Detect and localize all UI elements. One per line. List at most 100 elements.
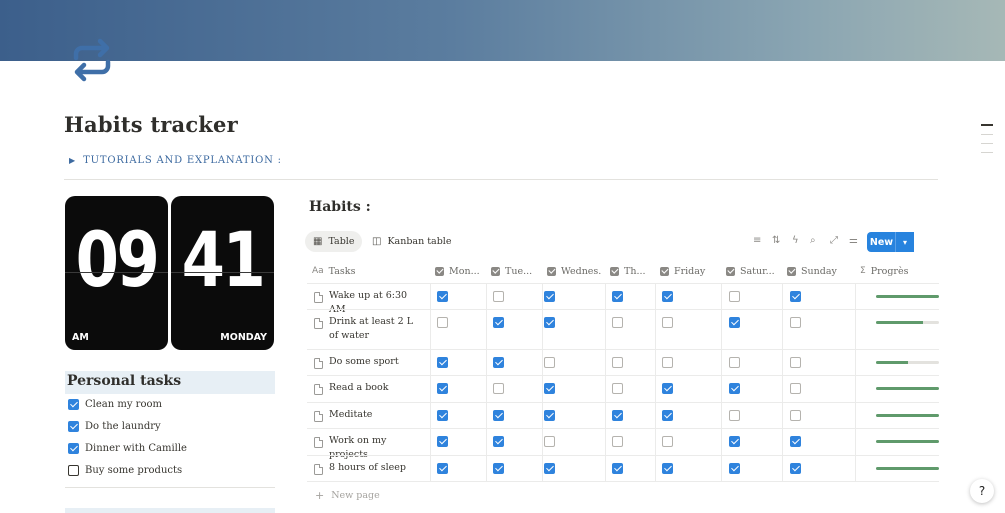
column-header[interactable]: Aa Tasks [312, 259, 427, 283]
unchecked-checkbox[interactable] [612, 357, 623, 368]
unchecked-checkbox[interactable] [662, 357, 673, 368]
checked-checkbox[interactable] [493, 357, 504, 368]
unchecked-checkbox[interactable] [612, 436, 623, 447]
checked-checkbox[interactable] [68, 443, 79, 454]
unchecked-checkbox[interactable] [790, 383, 801, 394]
table-row[interactable]: Read a book [307, 375, 939, 402]
tab-kanban[interactable]: ◫ Kanban table [364, 231, 459, 252]
toc-item[interactable] [981, 124, 993, 126]
checked-checkbox[interactable] [68, 421, 79, 432]
sort-icon[interactable]: ⇅ [772, 235, 780, 246]
checked-checkbox[interactable] [437, 436, 448, 447]
new-page-button[interactable]: + New page [315, 489, 380, 502]
checked-checkbox[interactable] [437, 463, 448, 474]
checked-checkbox[interactable] [437, 410, 448, 421]
checked-checkbox[interactable] [662, 291, 673, 302]
unchecked-checkbox[interactable] [662, 436, 673, 447]
checked-checkbox[interactable] [493, 436, 504, 447]
unchecked-checkbox[interactable] [662, 317, 673, 328]
unchecked-checkbox[interactable] [544, 436, 555, 447]
tab-label: Table [328, 236, 355, 247]
unchecked-checkbox[interactable] [437, 317, 448, 328]
checked-checkbox[interactable] [790, 436, 801, 447]
help-button[interactable]: ? [970, 479, 994, 503]
task-name[interactable]: Drink at least 2 L of water [329, 315, 425, 343]
column-header[interactable]: Sunday [787, 259, 852, 283]
toc-item[interactable] [981, 152, 993, 153]
repeat-arrows-icon[interactable] [68, 36, 116, 84]
table-row[interactable]: Wake up at 6:30 AM [307, 283, 939, 315]
checked-checkbox[interactable] [729, 317, 740, 328]
board-icon: ◫ [372, 236, 382, 247]
checked-checkbox[interactable] [612, 291, 623, 302]
checked-checkbox[interactable] [790, 463, 801, 474]
checked-checkbox[interactable] [544, 410, 555, 421]
flip-clock: 09 AM 41 MONDAY [65, 196, 274, 350]
toc-item[interactable] [981, 134, 993, 135]
column-header[interactable]: Mon... [435, 259, 483, 283]
checked-checkbox[interactable] [790, 291, 801, 302]
checked-checkbox[interactable] [612, 463, 623, 474]
toc-item[interactable] [981, 143, 993, 144]
checked-checkbox[interactable] [493, 317, 504, 328]
unchecked-checkbox[interactable] [790, 317, 801, 328]
checked-checkbox[interactable] [437, 291, 448, 302]
unchecked-checkbox[interactable] [729, 357, 740, 368]
filter-icon[interactable]: ≡ [753, 235, 761, 246]
personal-task-item[interactable]: Do the laundry [68, 421, 161, 432]
checked-checkbox[interactable] [662, 383, 673, 394]
unchecked-checkbox[interactable] [729, 410, 740, 421]
unchecked-checkbox[interactable] [493, 291, 504, 302]
table-row[interactable]: Do some sport [307, 349, 939, 375]
checked-checkbox[interactable] [544, 291, 555, 302]
column-header[interactable]: Tue... [491, 259, 539, 283]
checked-checkbox[interactable] [493, 410, 504, 421]
unchecked-checkbox[interactable] [612, 317, 623, 328]
column-header[interactable]: Th... [610, 259, 652, 283]
expand-icon[interactable]: ⤢ [830, 235, 838, 246]
unchecked-checkbox[interactable] [493, 383, 504, 394]
personal-task-item[interactable]: Clean my room [68, 399, 162, 410]
table-of-contents[interactable] [981, 124, 993, 161]
tab-table[interactable]: ▦ Table [305, 231, 363, 252]
lightning-icon[interactable]: ϟ [792, 235, 799, 246]
column-header[interactable]: Satur... [726, 259, 779, 283]
checked-checkbox[interactable] [729, 463, 740, 474]
checked-checkbox[interactable] [544, 463, 555, 474]
page-icon [314, 318, 323, 329]
unchecked-checkbox[interactable] [729, 291, 740, 302]
unchecked-checkbox[interactable] [544, 357, 555, 368]
personal-task-item[interactable]: Dinner with Camille [68, 443, 187, 454]
task-name[interactable]: 8 hours of sleep [329, 461, 425, 475]
task-name[interactable]: Meditate [329, 408, 425, 422]
checked-checkbox[interactable] [662, 410, 673, 421]
table-row[interactable]: 8 hours of sleep [307, 455, 939, 481]
task-name[interactable]: Do some sport [329, 355, 425, 369]
checked-checkbox[interactable] [662, 463, 673, 474]
table-row[interactable]: Work on my projects [307, 428, 939, 460]
checked-checkbox[interactable] [544, 383, 555, 394]
settings-icon[interactable]: ⚌ [849, 235, 858, 246]
unchecked-checkbox[interactable] [612, 383, 623, 394]
unchecked-checkbox[interactable] [790, 410, 801, 421]
column-header[interactable]: Wednes... [547, 259, 602, 283]
search-icon[interactable]: ⌕ [810, 235, 816, 246]
unchecked-checkbox[interactable] [68, 465, 79, 476]
tutorials-toggle[interactable]: ▶ TUTORIALS AND EXPLANATION : [69, 155, 282, 166]
column-header[interactable]: Friday [660, 259, 718, 283]
checked-checkbox[interactable] [729, 383, 740, 394]
checked-checkbox[interactable] [612, 410, 623, 421]
column-header[interactable]: Σ Progrès [860, 259, 936, 283]
checked-checkbox[interactable] [493, 463, 504, 474]
checked-checkbox[interactable] [437, 383, 448, 394]
checked-checkbox[interactable] [544, 317, 555, 328]
new-dropdown-button[interactable]: ▾ [895, 232, 914, 252]
table-row[interactable]: Drink at least 2 L of water [307, 309, 939, 349]
checked-checkbox[interactable] [437, 357, 448, 368]
checked-checkbox[interactable] [68, 399, 79, 410]
personal-task-item[interactable]: Buy some products [68, 465, 182, 476]
checked-checkbox[interactable] [729, 436, 740, 447]
task-name[interactable]: Read a book [329, 381, 425, 395]
unchecked-checkbox[interactable] [790, 357, 801, 368]
table-row[interactable]: Meditate [307, 402, 939, 428]
